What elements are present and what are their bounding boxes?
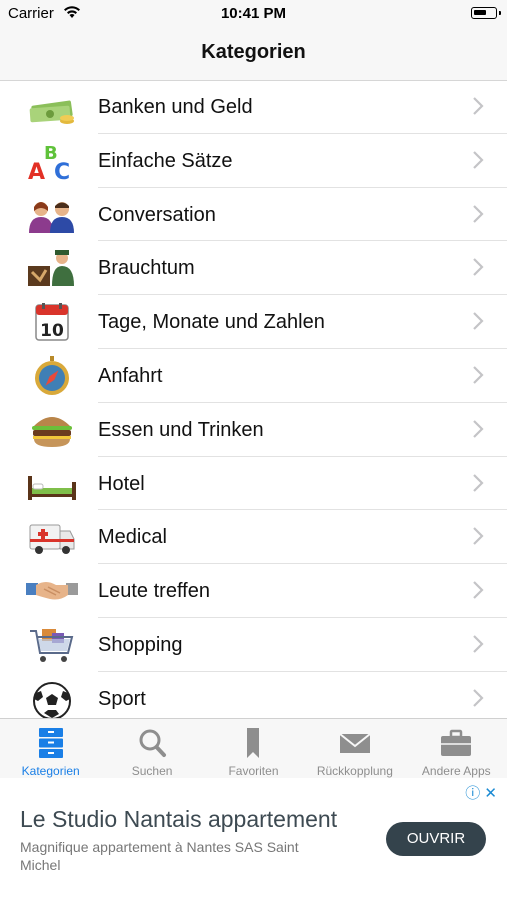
chevron-right-icon [473,151,484,169]
shopping-cart-icon [30,628,74,662]
list-item[interactable]: Shopping [0,618,507,672]
list-item[interactable]: Medical [0,510,507,565]
list-item-label: Sport [98,687,146,710]
list-item[interactable]: B A C Einfache Sätze [0,134,507,188]
handshake-icon [26,582,78,600]
tab-bar: Kategorien Suchen Favoriten Rückkopplung… [0,718,507,779]
list-item[interactable]: Leute treffen [0,564,507,618]
chevron-right-icon [473,688,484,707]
adchoices-close-icon[interactable]: ⓘ ✕ [465,782,497,803]
navigation-bar: Kategorien [0,28,507,81]
chevron-right-icon [473,527,484,546]
bed-icon [28,475,76,500]
tab-label: Andere Apps [421,764,491,778]
briefcase-icon [441,729,472,756]
tab-suchen[interactable]: Suchen [101,719,202,779]
tab-kategorien[interactable]: Kategorien [0,719,101,779]
chevron-right-icon [473,473,484,492]
tab-andere-apps[interactable]: Andere Apps [406,719,507,779]
tab-label: Favoriten [228,764,279,778]
page-title: Kategorien [201,41,306,63]
list-item[interactable]: Banken und Geld [0,80,507,134]
list-item[interactable]: Sport [0,672,507,718]
chevron-right-icon [473,366,484,384]
list-item[interactable]: Conversation [0,188,507,242]
ad-banner[interactable]: ⓘ ✕ Le Studio Nantais appartement Magnif… [0,778,507,900]
chevron-right-icon [473,258,484,277]
list-item-label: Shopping [98,633,183,656]
ambulance-icon [29,524,75,555]
chevron-right-icon [473,312,484,330]
list-item-label: Tage, Monate und Zahlen [98,311,325,334]
list-item[interactable]: 10 Tage, Monate und Zahlen [0,295,507,349]
category-list[interactable]: Banken und Geld B A C Einfache Sätze Con… [0,80,507,718]
list-item-label: Einfache Sätze [98,149,233,172]
svg-text:A: A [28,160,45,181]
list-item-label: Conversation [98,203,216,226]
soccer-ball-icon [33,681,71,718]
tab-label: Kategorien [21,764,80,778]
calendar-day-label: 10 [40,321,64,341]
list-item[interactable]: Brauchtum [0,241,507,296]
money-icon [29,100,74,124]
tab-label: Suchen [131,764,173,778]
list-item[interactable]: Anfahrt [0,349,507,403]
abc-letters-icon: B A C [28,143,70,181]
compass-icon [35,355,69,395]
ad-description: Magnifique appartement à Nantes SAS Sain… [20,839,299,873]
chevron-right-icon [473,204,484,223]
status-bar: Carrier 10:41 PM [0,0,507,28]
battery-icon [471,7,501,19]
list-item[interactable]: Hotel [0,457,507,511]
ad-open-button[interactable]: OUVRIR [386,822,486,856]
customs-icon [28,250,74,287]
calendar-icon: 10 [35,303,69,341]
svg-text:C: C [54,160,70,181]
chevron-right-icon [473,635,484,653]
list-item-label: Medical [98,526,167,549]
burger-icon [32,416,72,447]
chevron-right-icon [473,97,484,115]
list-icon [38,728,63,758]
list-item-label: Brauchtum [98,257,195,280]
list-item[interactable]: Essen und Trinken [0,403,507,457]
tab-label: Rückkopplung [316,764,393,778]
ad-headline[interactable]: Le Studio Nantais appartement [20,806,337,833]
search-icon [139,729,167,757]
list-item-label: Hotel [98,472,145,495]
bookmark-icon [247,728,260,758]
tab-favoriten[interactable]: Favoriten [203,719,304,779]
list-item-label: Anfahrt [98,364,163,387]
list-item-label: Essen und Trinken [98,418,264,441]
people-icon [29,201,74,233]
list-item-label: Banken und Geld [98,96,253,118]
chevron-right-icon [473,581,484,599]
chevron-right-icon [473,420,484,438]
mail-icon [339,733,370,753]
tab-rueckkopplung[interactable]: Rückkopplung [304,719,405,779]
clock: 10:41 PM [220,5,287,22]
list-item-label: Leute treffen [98,580,210,603]
